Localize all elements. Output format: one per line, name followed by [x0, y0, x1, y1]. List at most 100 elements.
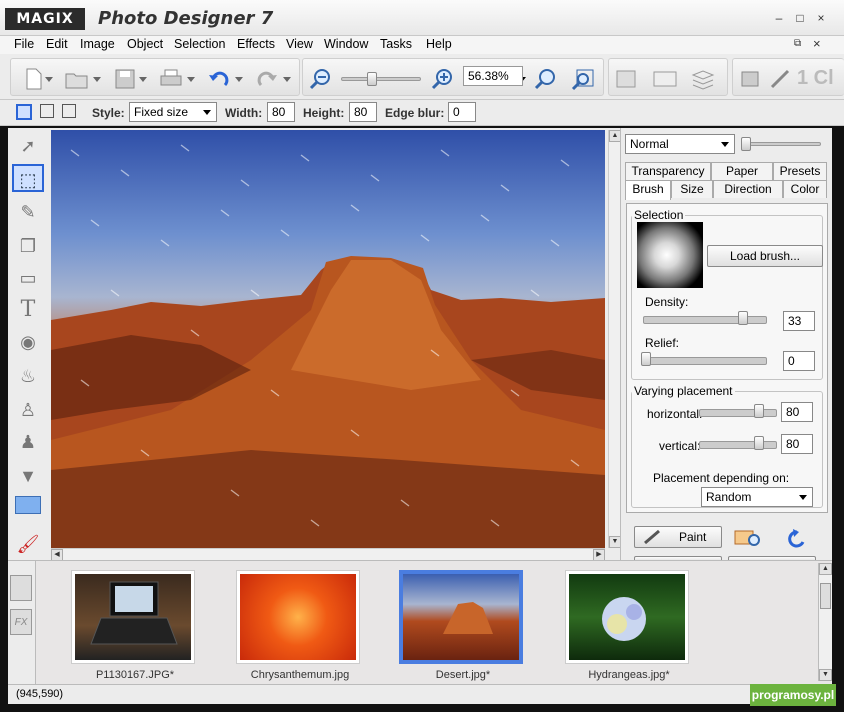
- open-folder-icon[interactable]: [63, 67, 91, 91]
- edge-blur-field[interactable]: 0: [448, 102, 476, 122]
- menu-file[interactable]: File: [14, 37, 34, 51]
- menu-help[interactable]: Help: [426, 37, 452, 51]
- placement-select[interactable]: Random: [701, 487, 813, 507]
- vertical-field[interactable]: 80: [781, 434, 813, 454]
- filmstrip-scroll-up-icon[interactable]: ▲: [819, 563, 832, 575]
- save-icon[interactable]: [111, 67, 139, 91]
- vertical-slider[interactable]: [699, 441, 777, 449]
- tab-brush[interactable]: Brush: [625, 180, 671, 200]
- pointer-tool-icon[interactable]: ➚: [12, 132, 44, 160]
- media-pool-icon[interactable]: [10, 575, 32, 601]
- menu-edit[interactable]: Edit: [46, 37, 68, 51]
- menu-tasks[interactable]: Tasks: [380, 37, 412, 51]
- placement-dropdown-arrow[interactable]: [796, 490, 810, 504]
- style-select[interactable]: Fixed size: [129, 102, 217, 122]
- new-file-icon[interactable]: [19, 67, 47, 91]
- brush-tool-icon[interactable]: ✎: [12, 198, 44, 226]
- menu-image[interactable]: Image: [80, 37, 115, 51]
- zoom-slider[interactable]: [341, 77, 421, 81]
- close-button[interactable]: ×: [812, 10, 830, 26]
- fill-tool-icon[interactable]: ▼: [12, 462, 44, 490]
- redo-dropdown-arrow[interactable]: [283, 77, 291, 82]
- filmstrip-scroll-thumb[interactable]: [820, 583, 831, 609]
- zoom-out-icon[interactable]: [307, 67, 335, 91]
- style-dropdown-arrow[interactable]: [200, 105, 214, 119]
- opacity-slider[interactable]: [743, 142, 821, 146]
- zoom-fit-icon[interactable]: [569, 67, 597, 91]
- vertical-slider-thumb[interactable]: [754, 436, 764, 450]
- text-tool-icon[interactable]: T: [12, 296, 44, 324]
- tab-size[interactable]: Size: [671, 180, 713, 198]
- tab-color[interactable]: Color: [783, 180, 827, 198]
- density-field[interactable]: 33: [783, 311, 815, 331]
- layers-view-icon[interactable]: [689, 67, 717, 91]
- undo-icon[interactable]: [205, 67, 233, 91]
- mdi-restore-button[interactable]: ⧉: [794, 38, 801, 49]
- thumbnail-chrysanthemum[interactable]: [237, 571, 359, 663]
- filmstrip-scroll-down-icon[interactable]: ▼: [819, 669, 832, 681]
- menu-effects[interactable]: Effects: [237, 37, 275, 51]
- minimize-button[interactable]: –: [770, 10, 788, 26]
- reset-icon[interactable]: [783, 528, 809, 548]
- fx-icon[interactable]: FX: [10, 609, 32, 635]
- zoom-in-icon[interactable]: [429, 67, 457, 91]
- clone-tool-icon[interactable]: ♙: [12, 396, 44, 424]
- add-selection-mode-icon[interactable]: [40, 104, 54, 118]
- menu-view[interactable]: View: [286, 37, 313, 51]
- zoom-slider-thumb[interactable]: [367, 72, 377, 86]
- new-dropdown-arrow[interactable]: [45, 77, 53, 82]
- filmstrip-scrollbar[interactable]: ▲ ▼: [818, 563, 832, 681]
- load-brush-button[interactable]: Load brush...: [707, 245, 823, 267]
- retouch-tool-icon[interactable]: ♨: [12, 362, 44, 390]
- thumbnail-desert[interactable]: [400, 571, 522, 663]
- blend-mode-dropdown-arrow[interactable]: [718, 137, 732, 151]
- color-swatch-icon[interactable]: [15, 496, 41, 514]
- open-dropdown-arrow[interactable]: [93, 77, 101, 82]
- redo-icon[interactable]: [253, 67, 281, 91]
- mdi-close-button[interactable]: ×: [813, 36, 821, 51]
- thumbnail-p1130167[interactable]: [72, 571, 194, 663]
- density-slider[interactable]: [643, 316, 767, 324]
- menu-object[interactable]: Object: [127, 37, 163, 51]
- horizontal-slider-thumb[interactable]: [754, 404, 764, 418]
- horizontal-field[interactable]: 80: [781, 402, 813, 422]
- filmstrip-view-icon[interactable]: [651, 67, 679, 91]
- canvas-vertical-scrollbar[interactable]: ▲ ▼: [608, 130, 621, 548]
- new-selection-mode-icon[interactable]: [16, 104, 32, 120]
- density-slider-thumb[interactable]: [738, 311, 748, 325]
- blend-mode-select[interactable]: Normal: [625, 134, 735, 154]
- preview-icon[interactable]: [733, 528, 763, 548]
- tab-presets[interactable]: Presets: [773, 162, 827, 180]
- subtract-selection-mode-icon[interactable]: [62, 104, 76, 118]
- relief-slider-thumb[interactable]: [641, 352, 651, 366]
- height-field[interactable]: 80: [349, 102, 377, 122]
- desert-image-canvas[interactable]: [51, 130, 605, 548]
- zoom-level-field[interactable]: 56.38%: [463, 66, 523, 86]
- horizontal-slider[interactable]: [699, 409, 777, 417]
- undo-dropdown-arrow[interactable]: [235, 77, 243, 82]
- opacity-slider-thumb[interactable]: [741, 137, 751, 151]
- docs-icon[interactable]: [737, 67, 765, 91]
- width-field[interactable]: 80: [267, 102, 295, 122]
- stamp-tool-icon[interactable]: ♟: [12, 428, 44, 456]
- menu-selection[interactable]: Selection: [174, 37, 225, 51]
- print-dropdown-arrow[interactable]: [187, 77, 195, 82]
- tab-direction[interactable]: Direction: [713, 180, 783, 198]
- red-eye-tool-icon[interactable]: ◉: [12, 328, 44, 356]
- paintbrush-tool-icon[interactable]: 🖌: [12, 530, 44, 558]
- relief-slider[interactable]: [643, 357, 767, 365]
- print-icon[interactable]: [157, 67, 185, 91]
- menu-window[interactable]: Window: [324, 37, 368, 51]
- canvas-horizontal-scrollbar[interactable]: ◀ ▶: [51, 548, 605, 561]
- tab-paper[interactable]: Paper: [711, 162, 773, 180]
- zoom-100-icon[interactable]: [533, 67, 561, 91]
- maximize-button[interactable]: □: [791, 10, 809, 26]
- relief-field[interactable]: 0: [783, 351, 815, 371]
- tool-settings-icon[interactable]: [613, 67, 641, 91]
- crop-tool-icon[interactable]: ▭: [12, 264, 44, 292]
- layer-tool-icon[interactable]: ❐: [12, 232, 44, 260]
- paint-button[interactable]: Paint: [634, 526, 722, 548]
- thumbnail-hydrangeas[interactable]: [566, 571, 688, 663]
- tab-transparency[interactable]: Transparency: [625, 162, 711, 180]
- save-dropdown-arrow[interactable]: [139, 77, 147, 82]
